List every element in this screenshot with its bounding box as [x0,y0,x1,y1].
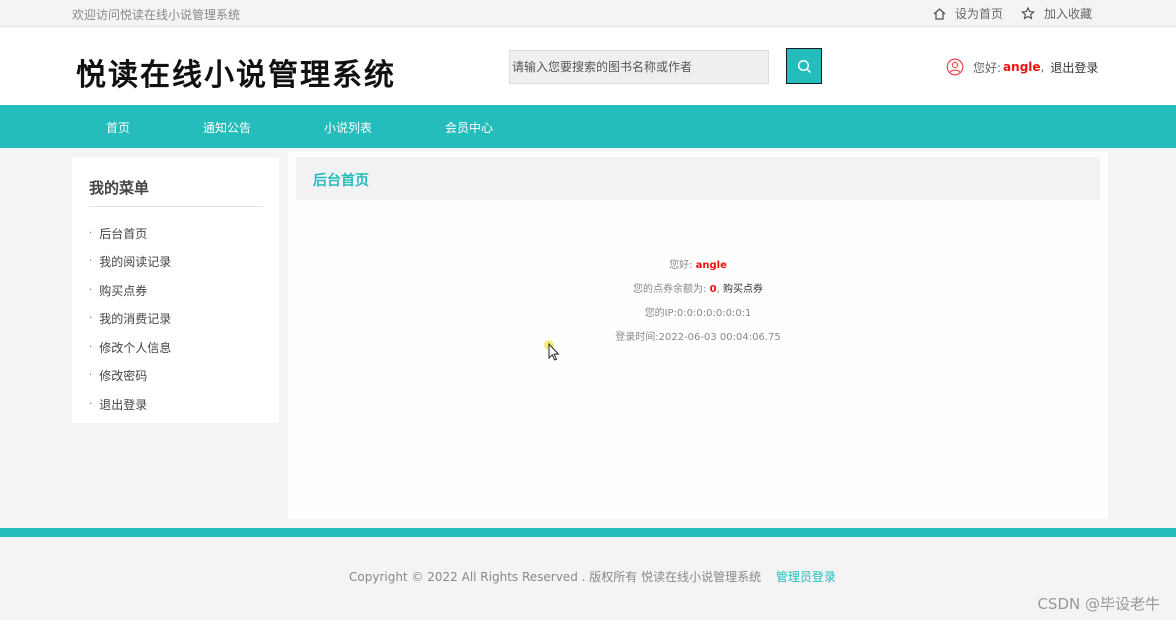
bullet-icon: · [89,341,93,353]
footer: Copyright © 2022 All Rights Reserved . 版… [0,537,1176,620]
ip-line: 您的IP:0:0:0:0:0:0:0:1 [644,308,752,319]
sidebar-item-label: 后台首页 [99,226,148,241]
page-title: 后台首页 [313,173,369,189]
set-home-label: 设为首页 [954,7,1003,21]
admin-login-link[interactable]: 管理员登录 [776,570,836,584]
search-icon [797,59,811,73]
set-home-link[interactable]: 设为首页 [933,5,1003,22]
top-links: 设为首页 加入收藏 [915,5,1092,22]
sidebar-item-dashboard[interactable]: · 后台首页 [89,219,171,248]
bullet-icon: · [89,284,93,296]
sidebar-item-change-password[interactable]: · 修改密码 [89,362,171,391]
greeting-line: 您好: angle [288,256,1108,271]
search-button[interactable] [786,48,822,84]
sidebar-item-purchase-history[interactable]: · 我的消费记录 [89,305,171,334]
bullet-icon: · [89,313,93,325]
username: angle [695,260,727,271]
top-bar: 欢迎访问悦读在线小说管理系统 设为首页 加入收藏 [0,0,1176,27]
site-logo[interactable]: 悦读在线小说管理系统 [76,50,396,94]
login-time-line: 登录时间:2022-06-03 00:04:06.75 [615,332,781,343]
nav-item-notices[interactable]: 通知公告 [203,119,251,136]
nav-item-home[interactable]: 首页 [106,119,130,136]
watermark: CSDN @毕设老牛 [1037,595,1160,613]
sidebar-item-edit-profile[interactable]: · 修改个人信息 [89,333,171,362]
search-input[interactable] [509,50,769,84]
sidebar-title: 我的菜单 [89,179,150,197]
sidebar-item-label: 修改密码 [99,369,148,384]
sidebar-item-label: 我的消费记录 [99,312,172,327]
balance-line: 您的点券余额为: 0, 购买点券 [288,280,1108,295]
copyright-text: Copyright © 2022 All Rights Reserved . 版… [349,570,762,584]
nav-item-member-center[interactable]: 会员中心 [445,119,493,136]
sidebar-item-label: 购买点券 [99,283,148,298]
greeting-label: 您好: [669,260,693,271]
username: angle [1003,60,1041,74]
sidebar-divider [89,206,263,207]
buy-coupons-link[interactable]: 购买点券 [723,284,763,295]
main-nav: 首页 通知公告 小说列表 会员中心 [0,105,1176,148]
balance-label: 您的点券余额为: [633,284,707,295]
mouse-cursor-icon [544,340,560,361]
greeting-label: 您好: [973,60,1002,75]
sidebar-item-buy-coupons[interactable]: · 购买点券 [89,276,171,305]
greeting-separator: , [1040,60,1045,74]
add-favorite-link[interactable]: 加入收藏 [1020,5,1092,22]
user-box: 您好: angle , 退出登录 [946,58,1098,76]
bullet-icon: · [89,256,93,268]
sidebar-item-label: 退出登录 [99,397,148,412]
sidebar-item-label: 修改个人信息 [99,340,172,355]
footer-accent-bar [0,528,1176,537]
bullet-icon: · [89,370,93,382]
main-panel: 后台首页 您好: angle 您的点券余额为: 0, 购买点券 您的IP:0:0… [288,152,1108,519]
nav-item-novel-list[interactable]: 小说列表 [324,119,372,136]
star-icon [1020,7,1035,20]
balance-separator: , [716,284,720,295]
sidebar-item-label: 我的阅读记录 [99,255,172,270]
copyright-line: Copyright © 2022 All Rights Reserved . 版… [349,568,836,585]
sidebar-list: · 后台首页 · 我的阅读记录 · 购买点券 · 我的消费记录 · 修改个人信息 · 修改密… [89,219,171,419]
add-favorite-label: 加入收藏 [1043,7,1092,21]
user-avatar-icon [946,58,964,76]
bullet-icon: · [89,227,93,239]
home-icon [933,7,946,20]
sidebar-menu: 我的菜单 · 后台首页 · 我的阅读记录 · 购买点券 · 我的消费记录 · 修改个人信息… [72,157,279,423]
bullet-icon: · [89,398,93,410]
panel-header: 后台首页 [296,157,1100,200]
logout-link[interactable]: 退出登录 [1050,59,1098,76]
welcome-text: 欢迎访问悦读在线小说管理系统 [72,8,241,22]
sidebar-item-logout[interactable]: · 退出登录 [89,390,171,419]
balance-value: 0 [709,284,717,295]
header: 悦读在线小说管理系统 您好: angle , 退出登录 [0,28,1176,105]
sidebar-item-reading-history[interactable]: · 我的阅读记录 [89,248,171,277]
